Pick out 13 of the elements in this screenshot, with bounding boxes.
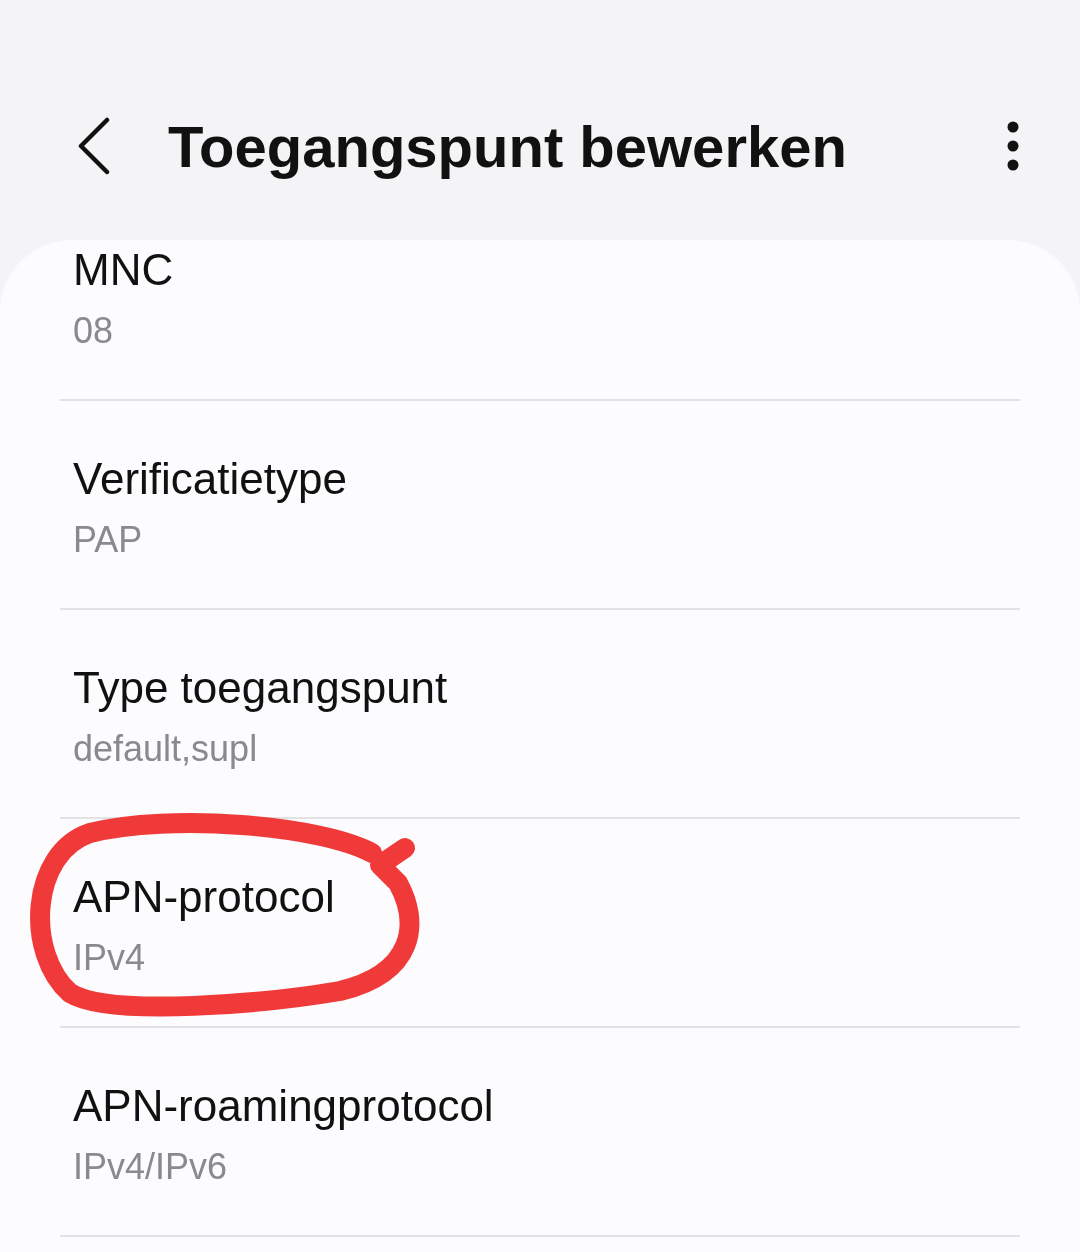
back-icon (77, 117, 111, 175)
setting-label[interactable]: Type toegangspunt (73, 666, 1020, 710)
more-icon (1006, 121, 1020, 171)
setting-value: default,supl (73, 729, 259, 769)
setting-label[interactable]: APN-protocol (73, 875, 1020, 919)
page-title: Toegangspunt bewerken (168, 112, 848, 180)
setting-value: 08 (73, 311, 115, 351)
setting-value: PAP (73, 520, 144, 560)
setting-label[interactable]: MNC (73, 248, 1020, 292)
setting-label[interactable]: APN-roamingprotocol (73, 1084, 1020, 1128)
setting-label[interactable]: Verificatietype (73, 457, 1020, 501)
setting-value: IPv4/IPv6 (73, 1147, 229, 1187)
setting-value: IPv4 (73, 938, 147, 978)
